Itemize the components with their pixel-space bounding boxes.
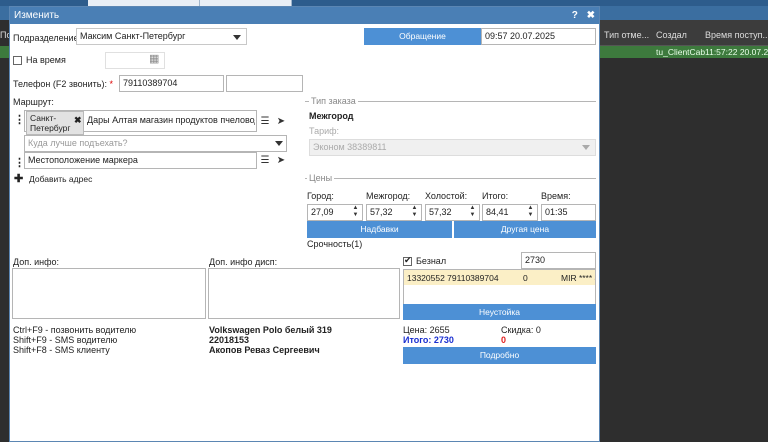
list-icon[interactable]: ☰ bbox=[258, 154, 272, 168]
dialog-titlebar[interactable]: Изменить ? ✖ bbox=[10, 7, 599, 24]
city-price-label: Город: bbox=[307, 191, 334, 201]
idle-price-label: Холостой: bbox=[425, 191, 468, 201]
phone-extra-input[interactable] bbox=[226, 75, 303, 92]
driver-id: 22018153 bbox=[209, 335, 250, 345]
payment-row-id: 13320552 79110389704 bbox=[407, 273, 499, 283]
route-label: Маршрут: bbox=[13, 97, 54, 107]
list-icon[interactable]: ☰ bbox=[258, 115, 272, 129]
row-created-by: tu_ClientCab bbox=[656, 47, 706, 57]
total-summary: Итого: 2730 bbox=[403, 335, 454, 345]
other-price-button[interactable]: Другая цена bbox=[454, 221, 596, 238]
plus-icon[interactable]: ✚ bbox=[14, 172, 23, 185]
row-arrival-time: 11:57:22 20.07.2025 bbox=[705, 47, 768, 57]
required-marker: * bbox=[109, 79, 113, 89]
locate-arrow-icon[interactable]: ➤ bbox=[274, 115, 288, 129]
driver-car: Volkswagen Polo белый 319 bbox=[209, 325, 332, 335]
payment-row-amount: 0 bbox=[523, 273, 528, 283]
request-time-value: 09:57 20.07.2025 bbox=[485, 31, 556, 41]
urgency-label: Срочность(1) bbox=[307, 239, 363, 249]
cashless-label: Безнал bbox=[416, 256, 447, 266]
prices-title: Цены bbox=[307, 173, 335, 183]
extra-info-disp-textarea[interactable] bbox=[208, 268, 400, 319]
tariff-label: Тариф: bbox=[309, 126, 340, 136]
time-label: Время: bbox=[541, 191, 571, 201]
prices-group bbox=[305, 178, 596, 179]
add-address-link[interactable]: Добавить адрес bbox=[29, 174, 92, 184]
details-button[interactable]: Подробно bbox=[403, 347, 596, 364]
close-icon[interactable]: ✖ bbox=[587, 10, 595, 21]
division-value: Максим Санкт-Петербург bbox=[80, 31, 186, 41]
intercity-price-label: Межгород: bbox=[366, 191, 411, 201]
division-label: Подразделение: bbox=[13, 33, 82, 43]
calendar-icon[interactable]: ▦ bbox=[149, 52, 159, 65]
division-select[interactable]: Максим Санкт-Петербург bbox=[76, 28, 247, 45]
locate-arrow-icon[interactable]: ➤ bbox=[274, 154, 288, 168]
price-summary: Цена: 2655 bbox=[403, 325, 450, 335]
total-price-stepper[interactable]: ▲ ▼ bbox=[526, 205, 535, 220]
hotkey-sms-driver: Shift+F9 - SMS водителю bbox=[13, 335, 118, 345]
cashless-amount-input[interactable]: 2730 bbox=[521, 252, 596, 269]
route-address-1: Дары Алтая магазин продуктов пчеловодств… bbox=[87, 115, 255, 125]
order-type-value: Межгород bbox=[309, 111, 354, 121]
extra-info-disp-label: Доп. инфо дисп: bbox=[209, 257, 278, 267]
phone-input[interactable]: 79110389704 bbox=[119, 75, 224, 92]
request-button[interactable]: Обращение bbox=[364, 28, 481, 45]
route-point-2[interactable]: Местоположение маркера bbox=[24, 152, 257, 169]
column-header-arrival-time[interactable]: Время поступ... bbox=[705, 30, 768, 40]
on-time-checkbox[interactable] bbox=[13, 56, 22, 65]
background-grid-left bbox=[0, 20, 9, 442]
where-to-approach-placeholder: Куда лучше подъехать? bbox=[28, 138, 128, 148]
time-input[interactable]: 01:35 bbox=[541, 204, 596, 221]
route-address-2: Местоположение маркера bbox=[28, 155, 138, 165]
total-price-label: Итого: bbox=[482, 191, 509, 201]
chevron-down-icon[interactable] bbox=[275, 141, 283, 146]
driver-name: Акопов Реваз Сергеевич bbox=[209, 345, 320, 355]
payment-row-card: MIR **** 8 bbox=[561, 273, 595, 283]
idle-price-stepper[interactable]: ▲ ▼ bbox=[468, 205, 477, 220]
discount-summary: Скидка: 0 bbox=[501, 325, 541, 335]
tariff-value: Эконом 38389811 bbox=[313, 142, 387, 152]
hotkey-sms-client: Shift+F8 - SMS клиенту bbox=[13, 345, 110, 355]
chevron-down-icon[interactable] bbox=[233, 35, 241, 40]
column-header-cancel-type[interactable]: Тип отме... bbox=[604, 30, 649, 40]
order-type-title: Тип заказа bbox=[309, 96, 358, 106]
help-icon[interactable]: ? bbox=[572, 10, 578, 21]
dialog-title: Изменить bbox=[14, 10, 60, 21]
remove-tag-icon[interactable]: ✖ bbox=[74, 115, 82, 126]
intercity-price-stepper[interactable]: ▲ ▼ bbox=[410, 205, 419, 220]
surcharges-button[interactable]: Надбавки bbox=[307, 221, 452, 238]
chevron-down-icon[interactable] bbox=[582, 145, 590, 150]
where-to-approach-input[interactable]: Куда лучше подъехать? bbox=[24, 135, 287, 152]
on-time-label: На время bbox=[26, 55, 66, 65]
extra-info-textarea[interactable] bbox=[12, 268, 206, 319]
edit-order-dialog: Изменить ? ✖ Подразделение: Максим Санкт… bbox=[9, 6, 600, 442]
background-grid bbox=[600, 20, 768, 442]
column-header-created-by[interactable]: Создал bbox=[656, 30, 687, 40]
background-selected-row[interactable] bbox=[0, 46, 9, 58]
request-time-field[interactable]: 09:57 20.07.2025 bbox=[481, 28, 596, 45]
cashless-checkbox[interactable] bbox=[403, 255, 412, 266]
penalty-button[interactable]: Неустойка bbox=[403, 304, 596, 320]
background-column-header: Подр bbox=[0, 30, 9, 40]
phone-label: Телефон (F2 звонить): * bbox=[13, 79, 113, 89]
city-price-stepper[interactable]: ▲ ▼ bbox=[351, 205, 360, 220]
tariff-select[interactable]: Эконом 38389811 bbox=[309, 139, 596, 156]
discount-value: 0 bbox=[501, 335, 507, 345]
phone-value: 79110389704 bbox=[123, 78, 178, 88]
hotkey-call-driver: Ctrl+F9 - позвонить водителю bbox=[13, 325, 137, 335]
extra-info-label: Доп. инфо: bbox=[13, 257, 59, 267]
